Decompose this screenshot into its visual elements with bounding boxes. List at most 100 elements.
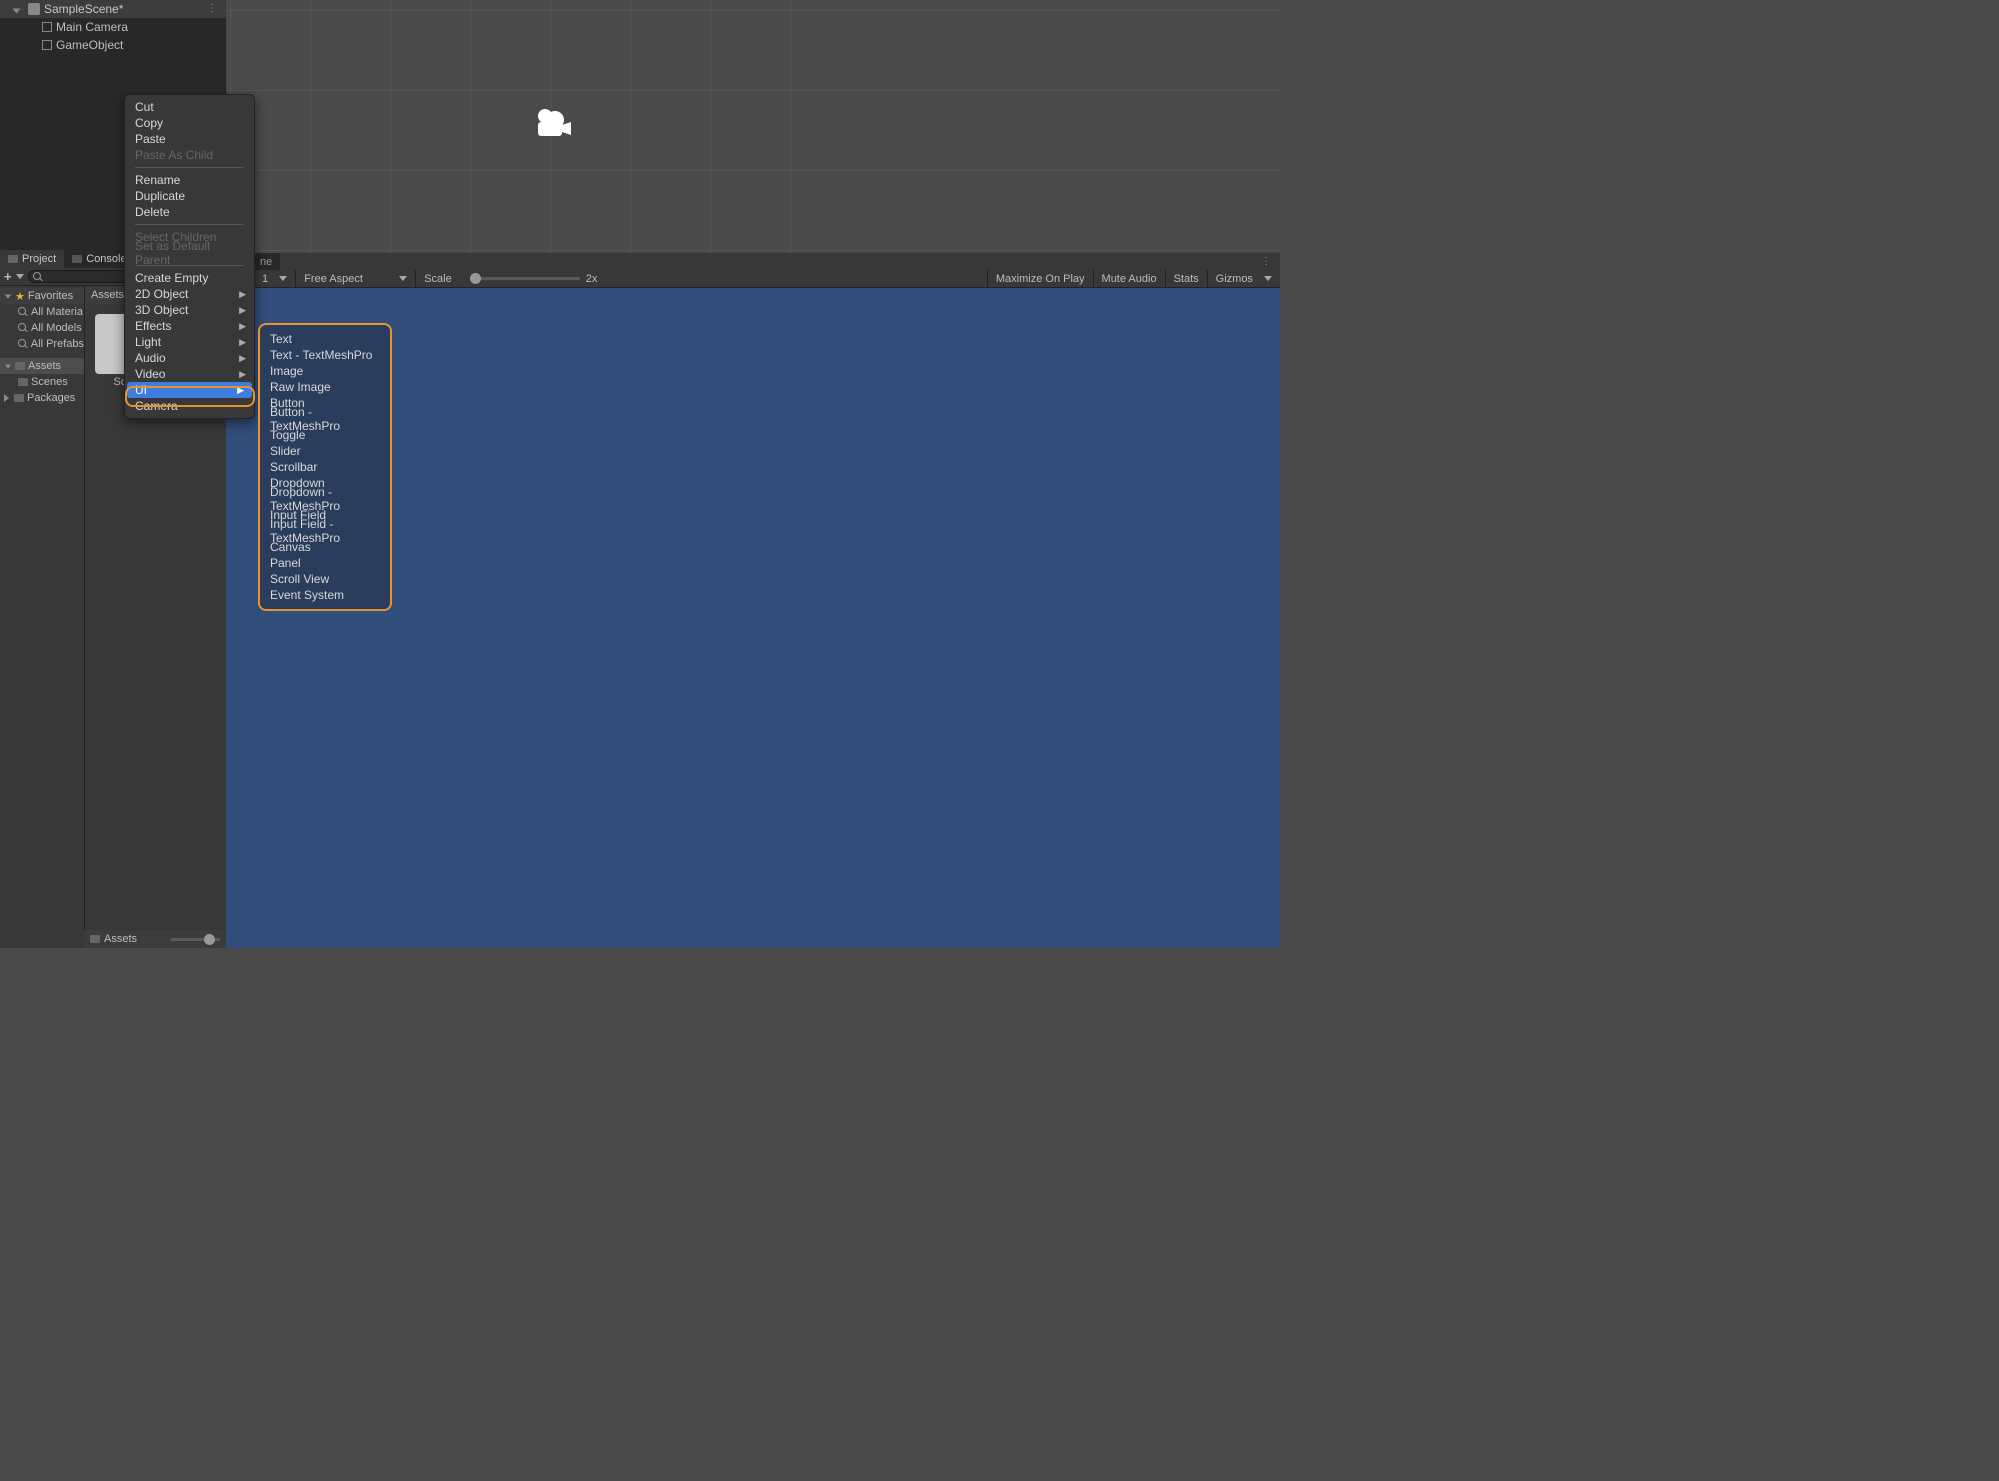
menu-2d-object[interactable]: 2D Object▶ [125, 286, 254, 302]
expand-icon[interactable] [5, 364, 11, 368]
submenu-event-system[interactable]: Event System [260, 587, 390, 603]
camera-gizmo-icon[interactable] [533, 108, 573, 138]
game-tab[interactable]: ne [252, 253, 280, 270]
scene-view[interactable] [226, 0, 1280, 253]
tree-label: All Models [31, 322, 82, 334]
submenu-slider[interactable]: Slider [260, 443, 390, 459]
stats-toggle[interactable]: Stats [1165, 270, 1207, 287]
gameobject-icon [42, 22, 52, 32]
submenu-panel[interactable]: Panel [260, 555, 390, 571]
unity-icon [28, 3, 40, 15]
slider-thumb[interactable] [470, 273, 481, 284]
hierarchy-item[interactable]: Main Camera [0, 18, 226, 36]
maximize-on-play-toggle[interactable]: Maximize On Play [987, 270, 1093, 287]
gameobject-icon [42, 40, 52, 50]
menu-effects[interactable]: Effects▶ [125, 318, 254, 334]
menu-duplicate[interactable]: Duplicate [125, 188, 254, 204]
game-tab-bar: ne ⋮ [226, 253, 1280, 270]
scale-value: 2x [586, 273, 598, 285]
tree-packages-folder[interactable]: Packages [0, 390, 84, 406]
menu-rename[interactable]: Rename [125, 172, 254, 188]
submenu-scroll-view[interactable]: Scroll View [260, 571, 390, 587]
folder-icon [18, 378, 28, 386]
tree-label: Packages [27, 392, 75, 404]
aspect-dropdown[interactable]: Free Aspect [296, 270, 416, 287]
tab-label: ne [260, 256, 272, 268]
ui-submenu: Text Text - TextMeshPro Image Raw Image … [258, 323, 392, 611]
menu-ui[interactable]: UI▶ [127, 382, 252, 398]
kebab-icon[interactable]: ⋮ [1261, 256, 1272, 267]
dropdown-value: Free Aspect [304, 273, 363, 285]
tree-label: All Prefabs [31, 338, 84, 350]
submenu-image[interactable]: Image [260, 363, 390, 379]
menu-copy[interactable]: Copy [125, 115, 254, 131]
game-toolbar: 1 Free Aspect Scale 2x Maximize On Play … [226, 270, 1280, 288]
tree-label: Assets [28, 360, 61, 372]
gizmos-dropdown[interactable]: Gizmos [1207, 270, 1280, 287]
menu-separator [135, 167, 244, 168]
chevron-down-icon[interactable] [16, 274, 24, 279]
submenu-text[interactable]: Text [260, 331, 390, 347]
scene-name: SampleScene* [44, 2, 123, 16]
menu-camera[interactable]: Camera [125, 398, 254, 414]
expand-icon[interactable] [4, 394, 9, 402]
menu-cut[interactable]: Cut [125, 99, 254, 115]
star-icon: ★ [15, 290, 25, 303]
hierarchy-item[interactable]: GameObject [0, 36, 226, 54]
chevron-right-icon: ▶ [239, 337, 246, 348]
submenu-input-field-tmp[interactable]: Input Field - TextMeshPro [260, 523, 390, 539]
submenu-scrollbar[interactable]: Scrollbar [260, 459, 390, 475]
tree-label: All Materia [31, 306, 83, 318]
menu-paste[interactable]: Paste [125, 131, 254, 147]
folder-icon [14, 394, 24, 402]
search-icon [18, 323, 28, 333]
submenu-button-tmp[interactable]: Button - TextMeshPro [260, 411, 390, 427]
project-footer: Assets [84, 930, 226, 948]
add-button[interactable]: + [4, 269, 12, 284]
menu-3d-object[interactable]: 3D Object▶ [125, 302, 254, 318]
submenu-text-tmp[interactable]: Text - TextMeshPro [260, 347, 390, 363]
chevron-right-icon: ▶ [239, 369, 246, 380]
expand-icon[interactable] [5, 294, 11, 298]
chevron-right-icon: ▶ [237, 385, 244, 396]
chevron-down-icon [1264, 276, 1272, 281]
tree-label: Favorites [28, 290, 73, 302]
console-icon [72, 255, 82, 263]
mute-audio-toggle[interactable]: Mute Audio [1093, 270, 1165, 287]
menu-audio[interactable]: Audio▶ [125, 350, 254, 366]
thumbnail-zoom-slider[interactable] [170, 938, 220, 941]
menu-create-empty[interactable]: Create Empty [125, 270, 254, 286]
scale-label: Scale [416, 270, 460, 287]
chevron-down-icon [279, 276, 287, 281]
chevron-right-icon: ▶ [239, 353, 246, 364]
tree-folder-item[interactable]: Scenes [0, 374, 84, 390]
hierarchy-item-label: GameObject [56, 38, 123, 52]
dropdown-value: 1 [262, 273, 268, 285]
context-menu: Cut Copy Paste Paste As Child Rename Dup… [124, 94, 255, 419]
tree-favorites-header[interactable]: ★Favorites [0, 288, 84, 304]
menu-separator [135, 224, 244, 225]
menu-set-default-parent: Set as Default Parent [125, 245, 254, 261]
tree-label: Scenes [31, 376, 68, 388]
tab-label: Project [22, 253, 56, 265]
menu-light[interactable]: Light▶ [125, 334, 254, 350]
tree-assets-folder[interactable]: Assets [0, 358, 84, 374]
menu-video[interactable]: Video▶ [125, 366, 254, 382]
search-icon [33, 272, 43, 282]
menu-delete[interactable]: Delete [125, 204, 254, 220]
search-icon [18, 339, 28, 349]
folder-icon [15, 362, 25, 370]
chevron-right-icon: ▶ [239, 321, 246, 332]
tree-favorite-item[interactable]: All Prefabs [0, 336, 84, 352]
kebab-icon[interactable]: ⋮ [207, 3, 218, 14]
submenu-dropdown-tmp[interactable]: Dropdown - TextMeshPro [260, 491, 390, 507]
submenu-raw-image[interactable]: Raw Image [260, 379, 390, 395]
footer-path: Assets [104, 933, 137, 945]
expand-icon[interactable] [13, 9, 21, 14]
hierarchy-scene-row[interactable]: SampleScene* ⋮ [0, 0, 226, 18]
tree-favorite-item[interactable]: All Materia [0, 304, 84, 320]
scale-slider[interactable]: 2x [460, 273, 987, 285]
project-tab[interactable]: Project [0, 250, 64, 268]
tree-favorite-item[interactable]: All Models [0, 320, 84, 336]
project-tree: ★Favorites All Materia All Models All Pr… [0, 286, 84, 930]
